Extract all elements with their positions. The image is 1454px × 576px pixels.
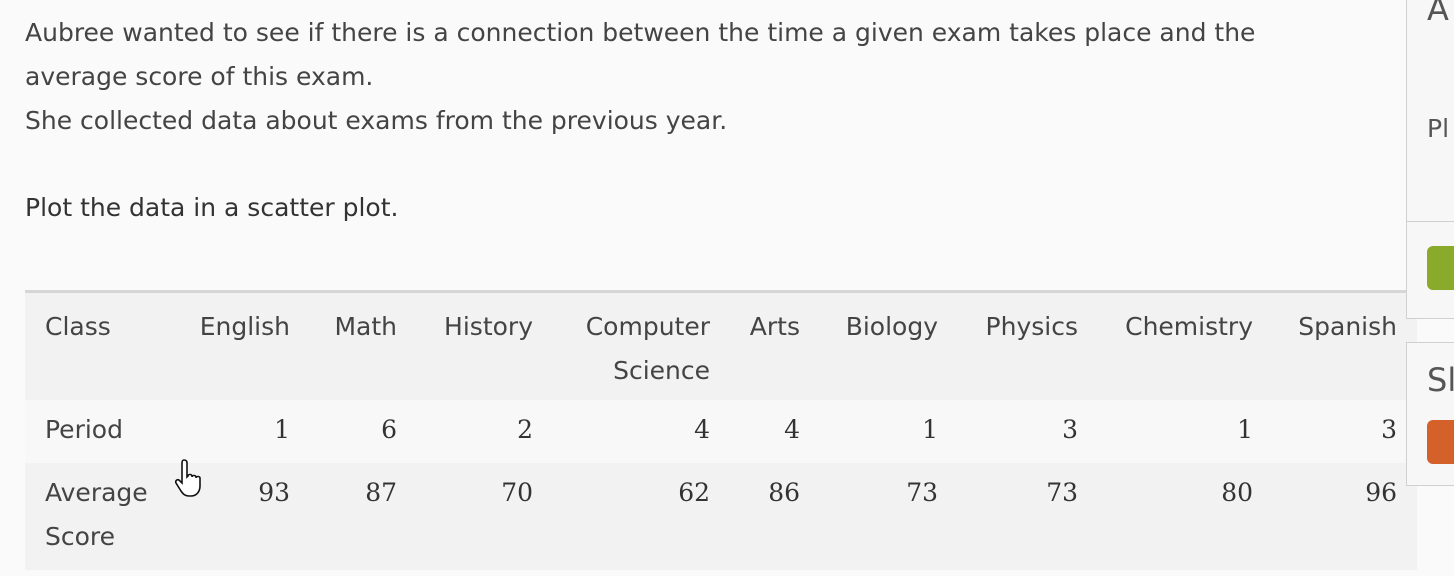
table-row-score: Average Score 93 87 70 62 86 73 73 80 96 (25, 462, 1417, 570)
column-header: Arts (749, 312, 800, 341)
score-cell: 80 (1221, 477, 1253, 507)
panel-title: A (1427, 0, 1449, 28)
prompt-line: Aubree wanted to see if there is a conne… (25, 18, 1256, 47)
score-cell: 96 (1365, 477, 1397, 507)
period-cell: 3 (1062, 414, 1078, 444)
score-cell: 73 (906, 477, 938, 507)
period-cell: 6 (381, 414, 397, 444)
table-row-period: Period 1 6 2 4 4 1 3 1 3 (25, 399, 1417, 463)
column-header: English (199, 312, 290, 341)
secondary-panel: Sl (1406, 342, 1454, 486)
row-label: Average Score (25, 463, 175, 570)
period-cell: 4 (694, 414, 710, 444)
row-label: Period (45, 414, 123, 444)
column-header: History (444, 312, 533, 341)
column-header: Chemistry (1125, 312, 1253, 341)
panel-title: Sl (1427, 361, 1454, 399)
instruction: Plot the data in a scatter plot. (25, 193, 399, 222)
answer-panel: A Pl (1406, 0, 1454, 319)
score-cell: 70 (501, 477, 533, 507)
period-cell: 1 (1237, 414, 1253, 444)
column-header: Spanish (1298, 312, 1397, 341)
hand-pointer-icon (175, 459, 201, 497)
divider (1407, 221, 1454, 222)
column-header: Biology (845, 312, 938, 341)
score-cell: 86 (768, 477, 800, 507)
period-cell: 4 (784, 414, 800, 444)
problem-statement: Aubree wanted to see if there is a conne… (25, 11, 1395, 143)
period-cell: 1 (274, 414, 290, 444)
column-header: Computer Science (585, 312, 710, 385)
row-label: Class (45, 312, 111, 341)
column-header: Math (334, 312, 397, 341)
score-cell: 73 (1046, 477, 1078, 507)
row-label-text: Average Score (45, 477, 148, 551)
column-header: Physics (985, 312, 1078, 341)
score-cell: 87 (365, 477, 397, 507)
score-cell: 62 (678, 477, 710, 507)
period-cell: 1 (922, 414, 938, 444)
panel-text: Pl (1427, 114, 1450, 143)
action-button[interactable] (1427, 420, 1454, 464)
check-button[interactable] (1427, 246, 1454, 290)
prompt-line: average score of this exam. (25, 62, 374, 91)
table-header-row: Class English Math History Computer Science… (25, 291, 1417, 400)
prompt-line: She collected data about exams from the … (25, 106, 728, 135)
period-cell: 3 (1381, 414, 1397, 444)
period-cell: 2 (517, 414, 533, 444)
data-table: Class English Math History Computer Science… (25, 290, 1417, 570)
